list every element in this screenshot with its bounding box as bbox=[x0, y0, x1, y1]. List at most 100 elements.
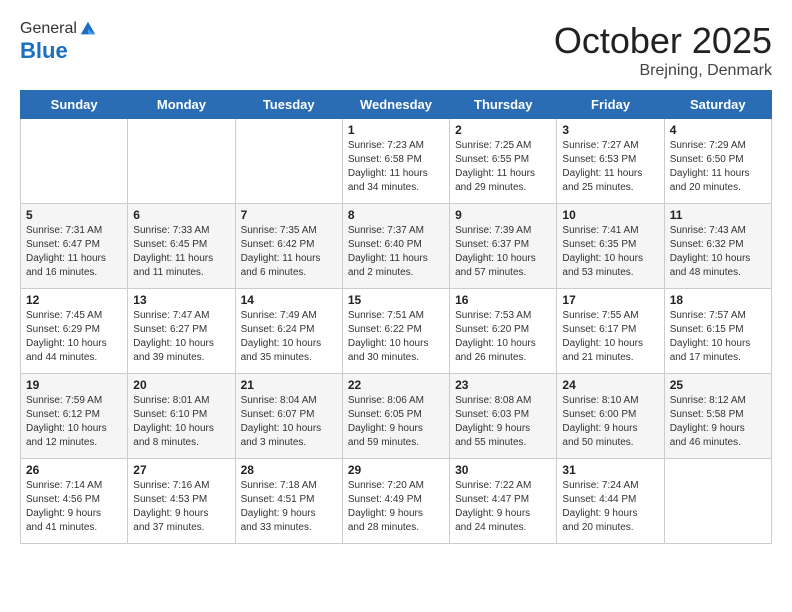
calendar-cell: 25 Sunrise: 8:12 AM Sunset: 5:58 PM Dayli… bbox=[664, 374, 771, 459]
day-info: Sunrise: 7:55 AM Sunset: 6:17 PM Dayligh… bbox=[562, 309, 658, 365]
calendar-cell bbox=[128, 119, 235, 204]
calendar-cell: 30 Sunrise: 7:22 AM Sunset: 4:47 PM Dayli… bbox=[450, 459, 557, 544]
day-number: 1 bbox=[348, 123, 444, 137]
day-info: Sunrise: 8:12 AM Sunset: 5:58 PM Dayligh… bbox=[670, 394, 766, 450]
logo-icon bbox=[79, 20, 97, 38]
calendar-cell: 31Sunrise: 7:24 AM Sunset: 4:44 PM Dayli… bbox=[557, 459, 664, 544]
calendar-cell: 13Sunrise: 7:47 AM Sunset: 6:27 PM Dayli… bbox=[128, 289, 235, 374]
day-number: 4 bbox=[670, 123, 766, 137]
day-info: Sunrise: 7:57 AM Sunset: 6:15 PM Dayligh… bbox=[670, 309, 766, 365]
day-info: Sunrise: 8:10 AM Sunset: 6:00 PM Dayligh… bbox=[562, 394, 658, 450]
calendar-week-row: 19 Sunrise: 7:59 AM Sunset: 6:12 PM Dayli… bbox=[21, 374, 772, 459]
day-info: Sunrise: 7:22 AM Sunset: 4:47 PM Dayligh… bbox=[455, 479, 551, 535]
logo-blue-text: Blue bbox=[20, 38, 97, 64]
calendar-cell: 14Sunrise: 7:49 AM Sunset: 6:24 PM Dayli… bbox=[235, 289, 342, 374]
day-number: 5 bbox=[26, 208, 122, 222]
day-info: Sunrise: 7:27 AM Sunset: 6:53 PM Dayligh… bbox=[562, 139, 658, 195]
weekday-header-friday: Friday bbox=[557, 91, 664, 119]
calendar-cell: 3 Sunrise: 7:27 AM Sunset: 6:53 PM Daylig… bbox=[557, 119, 664, 204]
calendar-cell: 26 Sunrise: 7:14 AM Sunset: 4:56 PM Dayli… bbox=[21, 459, 128, 544]
weekday-header-saturday: Saturday bbox=[664, 91, 771, 119]
day-number: 26 bbox=[26, 463, 122, 477]
day-number: 19 bbox=[26, 378, 122, 392]
day-info: Sunrise: 8:04 AM Sunset: 6:07 PM Dayligh… bbox=[241, 394, 337, 450]
day-info: Sunrise: 7:24 AM Sunset: 4:44 PM Dayligh… bbox=[562, 479, 658, 535]
weekday-header-monday: Monday bbox=[128, 91, 235, 119]
calendar-cell: 11 Sunrise: 7:43 AM Sunset: 6:32 PM Dayli… bbox=[664, 204, 771, 289]
calendar-body: 1 Sunrise: 7:23 AM Sunset: 6:58 PM Daylig… bbox=[21, 119, 772, 544]
day-number: 15 bbox=[348, 293, 444, 307]
day-number: 27 bbox=[133, 463, 229, 477]
day-info: Sunrise: 7:53 AM Sunset: 6:20 PM Dayligh… bbox=[455, 309, 551, 365]
weekday-header-sunday: Sunday bbox=[21, 91, 128, 119]
calendar-cell: 9 Sunrise: 7:39 AM Sunset: 6:37 PM Daylig… bbox=[450, 204, 557, 289]
day-info: Sunrise: 7:45 AM Sunset: 6:29 PM Dayligh… bbox=[26, 309, 122, 365]
calendar-cell: 23 Sunrise: 8:08 AM Sunset: 6:03 PM Dayli… bbox=[450, 374, 557, 459]
day-number: 16 bbox=[455, 293, 551, 307]
title-block: October 2025 Brejning, Denmark bbox=[554, 20, 772, 80]
month-title: October 2025 bbox=[554, 20, 772, 62]
day-number: 9 bbox=[455, 208, 551, 222]
calendar-cell: 19 Sunrise: 7:59 AM Sunset: 6:12 PM Dayli… bbox=[21, 374, 128, 459]
day-number: 10 bbox=[562, 208, 658, 222]
calendar-table: SundayMondayTuesdayWednesdayThursdayFrid… bbox=[20, 90, 772, 544]
day-number: 28 bbox=[241, 463, 337, 477]
day-info: Sunrise: 7:16 AM Sunset: 4:53 PM Dayligh… bbox=[133, 479, 229, 535]
calendar-cell: 28 Sunrise: 7:18 AM Sunset: 4:51 PM Dayli… bbox=[235, 459, 342, 544]
calendar-cell: 16 Sunrise: 7:53 AM Sunset: 6:20 PM Dayli… bbox=[450, 289, 557, 374]
calendar-week-row: 26 Sunrise: 7:14 AM Sunset: 4:56 PM Dayli… bbox=[21, 459, 772, 544]
day-number: 18 bbox=[670, 293, 766, 307]
day-info: Sunrise: 7:39 AM Sunset: 6:37 PM Dayligh… bbox=[455, 224, 551, 280]
calendar-cell: 6Sunrise: 7:33 AM Sunset: 6:45 PM Daylig… bbox=[128, 204, 235, 289]
day-info: Sunrise: 7:18 AM Sunset: 4:51 PM Dayligh… bbox=[241, 479, 337, 535]
day-info: Sunrise: 7:14 AM Sunset: 4:56 PM Dayligh… bbox=[26, 479, 122, 535]
day-info: Sunrise: 7:29 AM Sunset: 6:50 PM Dayligh… bbox=[670, 139, 766, 195]
day-info: Sunrise: 7:59 AM Sunset: 6:12 PM Dayligh… bbox=[26, 394, 122, 450]
calendar-cell: 15 Sunrise: 7:51 AM Sunset: 6:22 PM Dayli… bbox=[342, 289, 449, 374]
day-info: Sunrise: 7:43 AM Sunset: 6:32 PM Dayligh… bbox=[670, 224, 766, 280]
calendar-cell: 2Sunrise: 7:25 AM Sunset: 6:55 PM Daylig… bbox=[450, 119, 557, 204]
calendar-cell: 24 Sunrise: 8:10 AM Sunset: 6:00 PM Dayli… bbox=[557, 374, 664, 459]
day-number: 8 bbox=[348, 208, 444, 222]
calendar-cell: 18 Sunrise: 7:57 AM Sunset: 6:15 PM Dayli… bbox=[664, 289, 771, 374]
day-number: 22 bbox=[348, 378, 444, 392]
day-info: Sunrise: 7:41 AM Sunset: 6:35 PM Dayligh… bbox=[562, 224, 658, 280]
calendar-cell: 5Sunrise: 7:31 AM Sunset: 6:47 PM Daylig… bbox=[21, 204, 128, 289]
calendar-cell: 17 Sunrise: 7:55 AM Sunset: 6:17 PM Dayli… bbox=[557, 289, 664, 374]
calendar-cell: 8Sunrise: 7:37 AM Sunset: 6:40 PM Daylig… bbox=[342, 204, 449, 289]
day-number: 30 bbox=[455, 463, 551, 477]
day-number: 17 bbox=[562, 293, 658, 307]
day-info: Sunrise: 7:20 AM Sunset: 4:49 PM Dayligh… bbox=[348, 479, 444, 535]
calendar-cell: 7Sunrise: 7:35 AM Sunset: 6:42 PM Daylig… bbox=[235, 204, 342, 289]
calendar-cell: 22 Sunrise: 8:06 AM Sunset: 6:05 PM Dayli… bbox=[342, 374, 449, 459]
logo-general-text: General bbox=[20, 20, 77, 38]
day-info: Sunrise: 8:08 AM Sunset: 6:03 PM Dayligh… bbox=[455, 394, 551, 450]
day-number: 21 bbox=[241, 378, 337, 392]
day-number: 20 bbox=[133, 378, 229, 392]
logo: General Blue bbox=[20, 20, 97, 64]
day-info: Sunrise: 8:06 AM Sunset: 6:05 PM Dayligh… bbox=[348, 394, 444, 450]
day-number: 25 bbox=[670, 378, 766, 392]
calendar-cell bbox=[664, 459, 771, 544]
calendar-cell: 27 Sunrise: 7:16 AM Sunset: 4:53 PM Dayli… bbox=[128, 459, 235, 544]
day-info: Sunrise: 7:51 AM Sunset: 6:22 PM Dayligh… bbox=[348, 309, 444, 365]
day-number: 24 bbox=[562, 378, 658, 392]
weekday-header-tuesday: Tuesday bbox=[235, 91, 342, 119]
day-info: Sunrise: 7:23 AM Sunset: 6:58 PM Dayligh… bbox=[348, 139, 444, 195]
day-info: Sunrise: 7:25 AM Sunset: 6:55 PM Dayligh… bbox=[455, 139, 551, 195]
calendar-cell: 21 Sunrise: 8:04 AM Sunset: 6:07 PM Dayli… bbox=[235, 374, 342, 459]
calendar-cell bbox=[21, 119, 128, 204]
calendar-cell: 4 Sunrise: 7:29 AM Sunset: 6:50 PM Daylig… bbox=[664, 119, 771, 204]
day-number: 23 bbox=[455, 378, 551, 392]
day-number: 29 bbox=[348, 463, 444, 477]
day-number: 11 bbox=[670, 208, 766, 222]
day-number: 13 bbox=[133, 293, 229, 307]
calendar-cell: 1 Sunrise: 7:23 AM Sunset: 6:58 PM Daylig… bbox=[342, 119, 449, 204]
weekday-header-wednesday: Wednesday bbox=[342, 91, 449, 119]
day-number: 3 bbox=[562, 123, 658, 137]
weekday-header-thursday: Thursday bbox=[450, 91, 557, 119]
day-number: 12 bbox=[26, 293, 122, 307]
calendar-cell: 20Sunrise: 8:01 AM Sunset: 6:10 PM Dayli… bbox=[128, 374, 235, 459]
day-info: Sunrise: 7:33 AM Sunset: 6:45 PM Dayligh… bbox=[133, 224, 229, 280]
day-info: Sunrise: 7:49 AM Sunset: 6:24 PM Dayligh… bbox=[241, 309, 337, 365]
